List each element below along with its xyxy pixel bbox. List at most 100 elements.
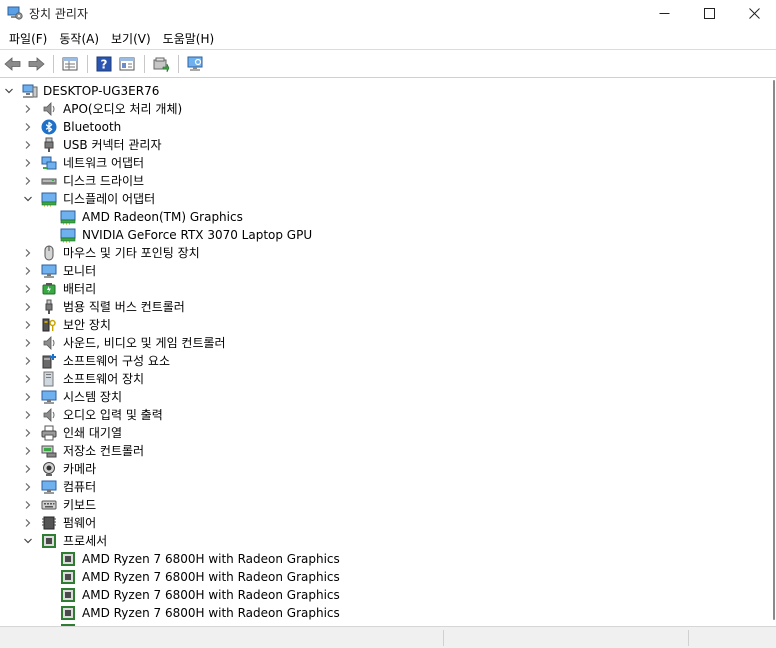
chevron-right-icon[interactable] xyxy=(22,139,34,151)
tree-category[interactable]: 시스템 장치 xyxy=(0,388,760,406)
tree-category[interactable]: 펌웨어 xyxy=(0,514,760,532)
vertical-scrollbar[interactable] xyxy=(760,78,776,626)
properties-button[interactable] xyxy=(59,53,81,75)
chevron-right-icon[interactable] xyxy=(22,265,34,277)
tree-item-label: 디스크 드라이브 xyxy=(63,174,145,188)
toolbar-separator xyxy=(87,54,88,73)
menu-view[interactable]: 보기(V) xyxy=(106,28,156,49)
processor-icon xyxy=(61,606,75,620)
tree-item-label: 소프트웨어 구성 요소 xyxy=(63,354,170,368)
menu-bar: 파일(F) 동작(A) 보기(V) 도움말(H) xyxy=(0,27,776,49)
tree-category[interactable]: 저장소 컨트롤러 xyxy=(0,442,760,460)
scrollbar-thumb[interactable] xyxy=(773,80,775,620)
tree-category[interactable]: 디스플레이 어댑터 xyxy=(0,190,760,208)
back-button[interactable] xyxy=(2,53,24,75)
tree-device[interactable]: AMD Ryzen 7 6800H with Radeon Graphics xyxy=(0,568,760,586)
tree-device[interactable]: NVIDIA GeForce RTX 3070 Laptop GPU xyxy=(0,226,760,244)
firmware-icon xyxy=(42,516,56,530)
details-view-button[interactable] xyxy=(116,53,138,75)
tree-category[interactable]: 마우스 및 기타 포인팅 장치 xyxy=(0,244,760,262)
processor-icon xyxy=(61,570,75,584)
chevron-right-icon[interactable] xyxy=(22,157,34,169)
chevron-right-icon[interactable] xyxy=(22,391,34,403)
chevron-right-icon[interactable] xyxy=(22,319,34,331)
chevron-right-icon[interactable] xyxy=(22,517,34,529)
help-button[interactable]: ? xyxy=(93,53,115,75)
menu-help[interactable]: 도움말(H) xyxy=(158,28,220,49)
tree-category[interactable]: Bluetooth xyxy=(0,118,760,136)
tree-category[interactable]: 배터리 xyxy=(0,280,760,298)
minimize-icon xyxy=(659,12,669,14)
scan-hardware-button[interactable] xyxy=(184,53,206,75)
tree-category[interactable]: 모니터 xyxy=(0,262,760,280)
maximize-button[interactable] xyxy=(686,0,732,26)
battery-icon xyxy=(42,283,56,295)
tree-device[interactable]: AMD Ryzen 7 6800H with Radeon Graphics xyxy=(0,604,760,622)
tree-category[interactable]: 컴퓨터 xyxy=(0,478,760,496)
chevron-right-icon[interactable] xyxy=(22,337,34,349)
tree-category[interactable]: 키보드 xyxy=(0,496,760,514)
title-bar[interactable]: 장치 관리자 xyxy=(0,0,776,26)
speaker-icon xyxy=(43,102,55,116)
system-device-icon xyxy=(41,390,57,404)
tree-category[interactable]: 인쇄 대기열 xyxy=(0,424,760,442)
chevron-right-icon[interactable] xyxy=(22,499,34,511)
speaker-icon xyxy=(43,336,55,350)
tree-category[interactable]: 사운드, 비디오 및 게임 컨트롤러 xyxy=(0,334,760,352)
chevron-down-icon[interactable] xyxy=(22,193,34,205)
tree-item-label: AMD Radeon(TM) Graphics xyxy=(82,210,243,224)
chevron-right-icon[interactable] xyxy=(22,121,34,133)
chevron-right-icon[interactable] xyxy=(22,463,34,475)
toolbar-separator xyxy=(53,54,54,73)
update-driver-button[interactable] xyxy=(150,53,172,75)
tree-item-label: 카메라 xyxy=(63,462,97,476)
chevron-right-icon[interactable] xyxy=(22,427,34,439)
chevron-down-icon[interactable] xyxy=(3,85,15,97)
chevron-right-icon[interactable] xyxy=(22,481,34,493)
device-tree-pane[interactable]: DESKTOP-UG3ER76 APO(오디오 처리 개체) Bluetooth US… xyxy=(0,78,760,626)
tree-category[interactable]: 프로세서 xyxy=(0,532,760,550)
chevron-down-icon[interactable] xyxy=(22,535,34,547)
tree-item-label: AMD Ryzen 7 6800H with Radeon Graphics xyxy=(82,570,340,584)
tree-category[interactable]: 소프트웨어 구성 요소 xyxy=(0,352,760,370)
tree-item-label: Bluetooth xyxy=(63,120,122,134)
tree-category[interactable]: 네트워크 어댑터 xyxy=(0,154,760,172)
tree-item-label: 프로세서 xyxy=(63,534,108,548)
chevron-right-icon[interactable] xyxy=(22,301,34,313)
tree-device[interactable]: AMD Ryzen 7 6800H with Radeon Graphics xyxy=(0,586,760,604)
tree-category[interactable]: APO(오디오 처리 개체) xyxy=(0,100,760,118)
tree-category[interactable]: 카메라 xyxy=(0,460,760,478)
chevron-right-icon[interactable] xyxy=(22,355,34,367)
tree-device[interactable]: AMD Ryzen 7 6800H with Radeon Graphics xyxy=(0,550,760,568)
tree-category[interactable]: 디스크 드라이브 xyxy=(0,172,760,190)
menu-file[interactable]: 파일(F) xyxy=(4,28,52,49)
back-arrow-icon xyxy=(4,56,21,71)
chevron-right-icon[interactable] xyxy=(22,103,34,115)
tree-item-label: 시스템 장치 xyxy=(63,390,123,404)
chevron-right-icon[interactable] xyxy=(22,283,34,295)
chevron-right-icon[interactable] xyxy=(22,247,34,259)
minimize-button[interactable] xyxy=(641,0,687,26)
network-icon xyxy=(41,156,57,170)
tree-device[interactable]: AMD Radeon(TM) Graphics xyxy=(0,208,760,226)
usb-plug-icon xyxy=(44,137,54,152)
menu-action[interactable]: 동작(A) xyxy=(54,28,104,49)
details-view-icon xyxy=(119,57,135,70)
tree-category[interactable]: 보안 장치 xyxy=(0,316,760,334)
chevron-right-icon[interactable] xyxy=(22,409,34,421)
tree-category[interactable]: 소프트웨어 장치 xyxy=(0,370,760,388)
tree-root[interactable]: DESKTOP-UG3ER76 xyxy=(0,82,760,100)
forward-button[interactable] xyxy=(25,53,47,75)
storage-controller-icon xyxy=(41,445,57,458)
maximize-icon xyxy=(703,7,715,19)
chevron-right-icon[interactable] xyxy=(22,175,34,187)
tree-category[interactable]: 오디오 입력 및 출력 xyxy=(0,406,760,424)
tree-category[interactable]: 범용 직렬 버스 컨트롤러 xyxy=(0,298,760,316)
close-button[interactable] xyxy=(731,0,776,26)
tree-item-label: 오디오 입력 및 출력 xyxy=(63,408,163,422)
tree-category[interactable]: USB 커넥터 관리자 xyxy=(0,136,760,154)
chevron-right-icon[interactable] xyxy=(22,445,34,457)
usb-controller-icon xyxy=(45,299,53,314)
chevron-right-icon[interactable] xyxy=(22,373,34,385)
tree-item-label: 보안 장치 xyxy=(63,318,111,332)
